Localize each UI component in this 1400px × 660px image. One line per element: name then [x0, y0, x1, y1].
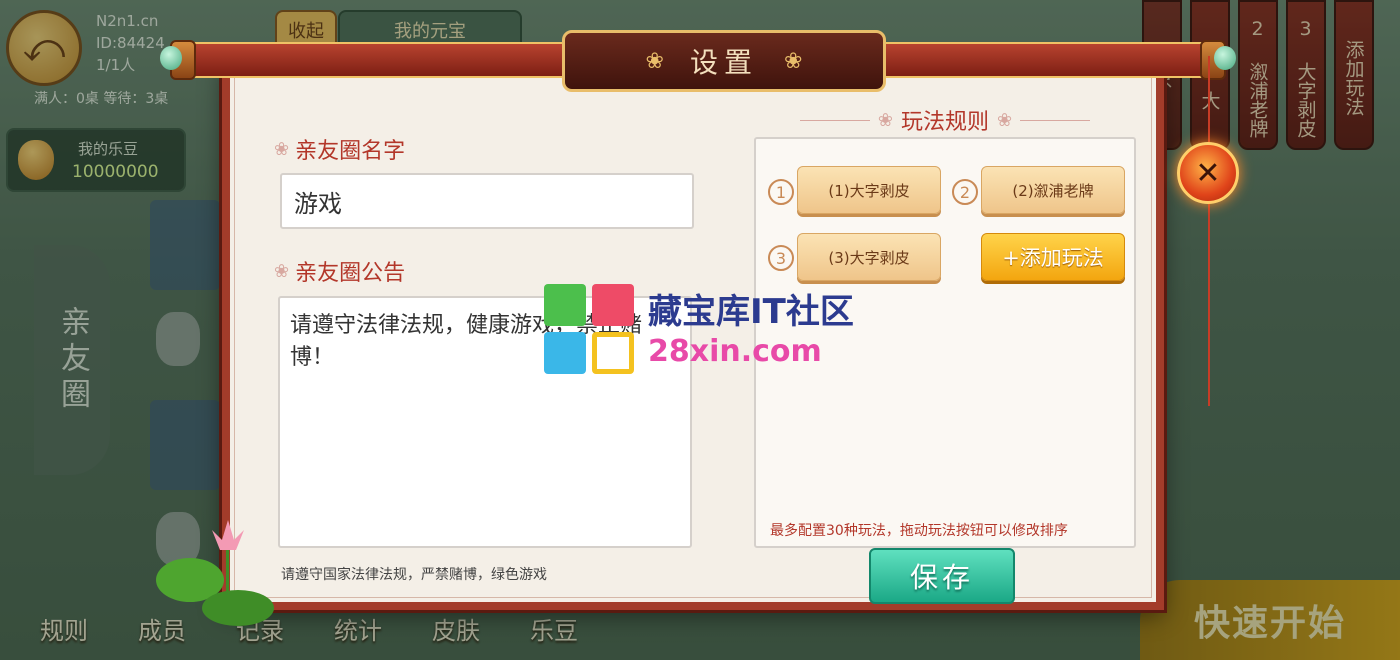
- rules-hint: 最多配置30种玩法，拖动玩法按钮可以修改排序: [770, 523, 1068, 539]
- add-rule-button[interactable]: +添加玩法: [981, 233, 1125, 281]
- flower-ornament-icon: ❀: [274, 260, 290, 282]
- lantern-string: [1208, 56, 1210, 406]
- table-status: 满人：0桌 等待：3桌: [34, 91, 169, 107]
- rules-title: ❀ 玩法规则 ❀: [800, 104, 1091, 136]
- flower-ornament-icon: ❀: [274, 138, 290, 160]
- club-name-label: ❀ 亲友圈名字: [274, 133, 405, 165]
- dialog-title: 设置: [689, 46, 758, 79]
- watermark-text-1: 藏宝库IT社区: [648, 292, 854, 332]
- title-divider: [1020, 119, 1091, 121]
- close-icon: ✕: [1195, 155, 1221, 191]
- legal-hint: 请遵守国家法律法规，严禁赌博，绿色游戏: [281, 567, 547, 583]
- flower-ornament-icon: ❀: [784, 48, 803, 74]
- game-table[interactable]: [150, 400, 220, 490]
- stool-icon: [156, 312, 200, 366]
- bean-icon: [18, 140, 54, 180]
- watermark-logo-square: [544, 284, 586, 326]
- rule-number-3: 3: [768, 245, 794, 271]
- rule-button-1[interactable]: (1)大字剥皮: [797, 166, 941, 214]
- lotus-decoration-icon: [156, 520, 274, 626]
- club-id: ID:84424: [96, 34, 165, 52]
- banner-2[interactable]: 2 溆浦老牌: [1238, 0, 1278, 150]
- watermark: 藏宝库IT社区 28xin.com: [544, 284, 860, 376]
- side-tab-club[interactable]: 亲友圈: [34, 245, 110, 475]
- game-table[interactable]: [150, 200, 220, 290]
- rule-button-2[interactable]: (2)溆浦老牌: [981, 166, 1125, 214]
- bean-label: 我的乐豆: [78, 140, 139, 158]
- club-members: 1/1人: [96, 56, 136, 74]
- nav-rules[interactable]: 规则: [40, 611, 88, 646]
- club-name: N2n1.cn: [96, 12, 159, 30]
- banner-3[interactable]: 3 大字剥皮: [1286, 0, 1326, 150]
- nav-skin[interactable]: 皮肤: [432, 611, 480, 646]
- bottom-nav: 规则 成员 记录 统计 皮肤 乐豆: [40, 611, 578, 646]
- jade-ornament-icon: [1214, 46, 1236, 70]
- banner-add[interactable]: 添加玩法: [1334, 0, 1374, 150]
- club-info: N2n1.cn ID:84424 1/1人: [96, 10, 165, 76]
- bean-value: 10000000: [72, 162, 159, 182]
- back-button[interactable]: ⤺: [6, 10, 82, 86]
- save-button[interactable]: 保存: [869, 548, 1015, 604]
- watermark-text-2: 28xin.com: [648, 334, 822, 369]
- nav-beans[interactable]: 乐豆: [530, 611, 578, 646]
- notice-label-text: 亲友圈公告: [295, 261, 406, 286]
- dialog-title-plate: ❀ 设置 ❀: [562, 30, 886, 92]
- flower-ornament-icon: ❀: [997, 109, 1013, 131]
- club-name-input[interactable]: [280, 173, 694, 229]
- club-name-label-text: 亲友圈名字: [295, 139, 406, 164]
- watermark-logo-square: [592, 332, 634, 374]
- quick-start-button[interactable]: 快速开始: [1140, 580, 1400, 660]
- bean-balance[interactable]: 我的乐豆 10000000: [6, 128, 186, 192]
- jade-ornament-icon: [160, 46, 182, 70]
- flower-ornament-icon: ❀: [877, 109, 893, 131]
- title-divider: [800, 119, 870, 121]
- nav-stats[interactable]: 统计: [334, 611, 382, 646]
- notice-label: ❀ 亲友圈公告: [274, 255, 405, 287]
- close-button[interactable]: ✕: [1177, 142, 1239, 204]
- flower-ornament-icon: ❀: [645, 48, 664, 74]
- rule-button-3[interactable]: (3)大字剥皮: [797, 233, 941, 281]
- rule-number-1: 1: [768, 179, 794, 205]
- watermark-logo-square: [592, 284, 634, 326]
- watermark-logo-square: [544, 332, 586, 374]
- rules-title-text: 玩法规则: [901, 110, 990, 135]
- rule-number-2: 2: [952, 179, 978, 205]
- back-arrow-icon: ⤺: [22, 25, 66, 71]
